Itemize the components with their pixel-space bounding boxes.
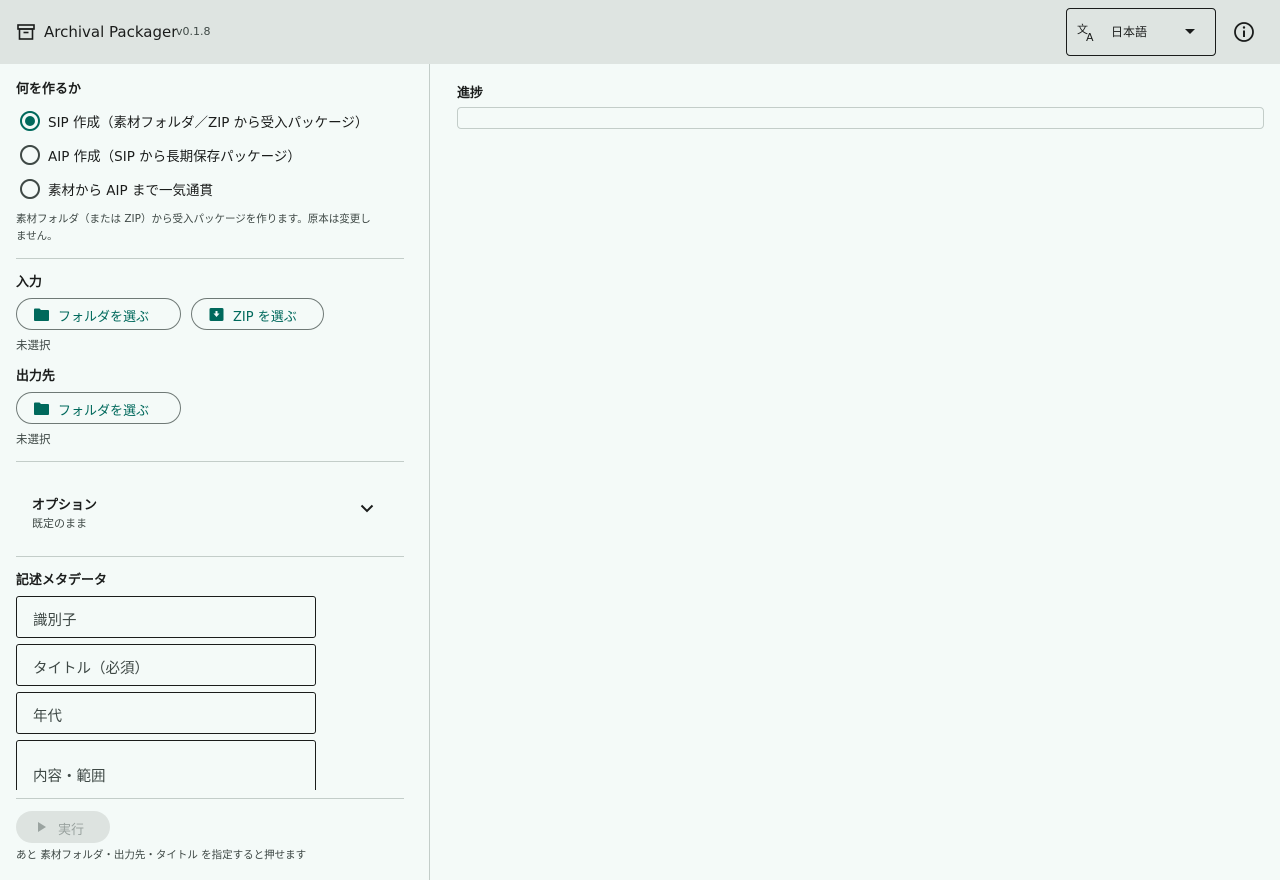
settings-panel: 何を作るか SIP 作成（素材フォルダ／ZIP から受入パッケージ） AIP 作… <box>0 64 430 880</box>
progress-bar <box>457 107 1264 129</box>
output-section-label: 出力先 <box>16 369 56 384</box>
mode-radio-label: AIP 作成（SIP から長期保存パッケージ） <box>48 149 301 165</box>
progress-label: 進捗 <box>457 86 484 101</box>
mode-radio-label: 素材から AIP まで一気通貫 <box>48 183 213 199</box>
archive-box-icon <box>17 24 35 40</box>
translate-icon: 文 A <box>1077 22 1094 42</box>
mode-radio-end-to-end[interactable]: 素材から AIP まで一気通貫 <box>20 177 213 201</box>
divider <box>16 798 404 799</box>
language-select-value: 日本語 <box>1111 25 1148 39</box>
scope-content-field-placeholder: 内容・範囲 <box>33 769 106 785</box>
input-zip-button[interactable]: ZIP を選ぶ <box>191 298 324 330</box>
play-icon <box>38 822 46 832</box>
input-folder-button-label: フォルダを選ぶ <box>58 310 150 325</box>
input-status: 未選択 <box>16 338 51 352</box>
caret-down-icon <box>1185 29 1195 34</box>
folder-icon <box>34 308 49 321</box>
date-field-placeholder: 年代 <box>33 709 62 725</box>
options-title: オプション <box>32 498 98 513</box>
folder-icon <box>34 402 49 415</box>
mode-help-text: 素材フォルダ（または ZIP）から受入パッケージを作ります。原本は変更し ません… <box>16 211 406 245</box>
language-select[interactable]: 文 A 日本語 <box>1066 8 1216 56</box>
metadata-fields: 識別子 タイトル（必須） 年代 内容・範囲 <box>0 584 430 790</box>
output-folder-button[interactable]: フォルダを選ぶ <box>16 392 181 424</box>
date-field[interactable]: 年代 <box>16 692 316 734</box>
radio-unchecked-icon <box>20 179 40 199</box>
output-status: 未選択 <box>16 432 51 446</box>
mode-section-label: 何を作るか <box>16 82 82 97</box>
scope-content-field[interactable]: 内容・範囲 <box>16 740 316 790</box>
divider <box>16 556 404 557</box>
radio-unchecked-icon <box>20 145 40 165</box>
info-icon[interactable] <box>1230 18 1258 46</box>
title-field-placeholder: タイトル（必須） <box>33 661 149 677</box>
title-field[interactable]: タイトル（必須） <box>16 644 316 686</box>
divider <box>16 258 404 259</box>
divider <box>16 461 404 462</box>
identifier-field[interactable]: 識別子 <box>16 596 316 638</box>
svg-text:A: A <box>1086 31 1094 42</box>
app-bar: Archival Packager v0.1.8 文 A 日本語 <box>0 0 1280 64</box>
identifier-field-placeholder: 識別子 <box>33 613 77 629</box>
input-section-label: 入力 <box>16 275 43 290</box>
mode-help-line: ません。 <box>16 230 58 242</box>
chevron-down-icon <box>360 504 374 513</box>
mode-radio-aip[interactable]: AIP 作成（SIP から長期保存パッケージ） <box>20 143 301 167</box>
archive-download-icon <box>209 308 224 321</box>
mode-radio-sip[interactable]: SIP 作成（素材フォルダ／ZIP から受入パッケージ） <box>20 109 368 133</box>
mode-help-line: 素材フォルダ（または ZIP）から受入パッケージを作ります。原本は変更し <box>16 213 371 225</box>
run-hint: あと 素材フォルダ・出力先・タイトル を指定すると押せます <box>16 849 307 861</box>
options-subtitle: 既定のまま <box>32 517 87 530</box>
mode-radio-label: SIP 作成（素材フォルダ／ZIP から受入パッケージ） <box>48 115 369 131</box>
app-version: v0.1.8 <box>176 25 211 38</box>
input-zip-button-label: ZIP を選ぶ <box>233 310 297 325</box>
run-button-label: 実行 <box>58 823 85 838</box>
radio-checked-icon <box>20 111 40 131</box>
app-title: Archival Packager <box>44 23 178 41</box>
run-button[interactable]: 実行 <box>16 811 110 843</box>
output-folder-button-label: フォルダを選ぶ <box>58 404 150 419</box>
input-folder-button[interactable]: フォルダを選ぶ <box>16 298 181 330</box>
options-expander[interactable]: オプション 既定のまま <box>16 478 404 542</box>
